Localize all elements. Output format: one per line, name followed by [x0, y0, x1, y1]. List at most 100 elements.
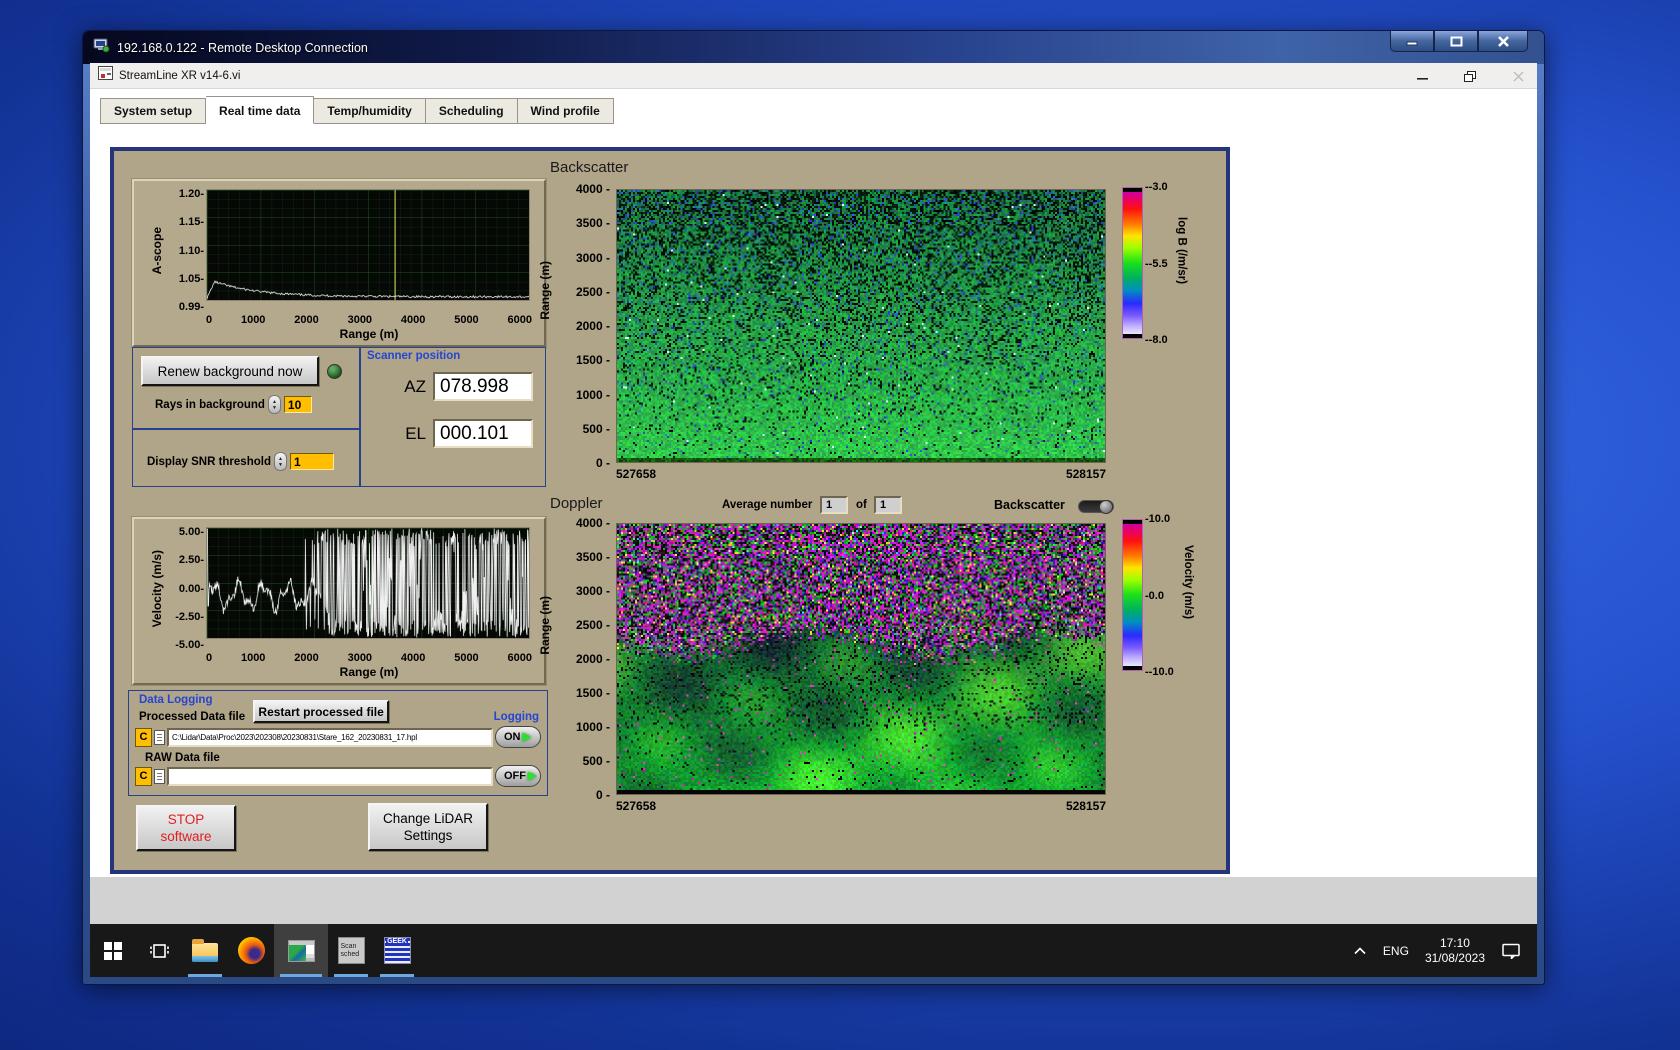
tab-scheduling[interactable]: Scheduling	[425, 98, 518, 124]
tick-label: 3000	[347, 314, 373, 326]
app-minimize-button[interactable]	[1411, 67, 1433, 85]
change-label-line2: Settings	[403, 828, 453, 843]
start-button[interactable]	[90, 924, 136, 977]
raw-drive-selector[interactable]: C	[135, 766, 152, 786]
backscatter-xtick-right: 528157	[1065, 467, 1106, 481]
tray-expand-chevron-icon[interactable]	[1353, 946, 1367, 956]
data-logging-title: Data Logging	[139, 694, 213, 706]
taskbar-clock[interactable]: 17:10 31/08/2023	[1425, 936, 1485, 966]
tick-label: 0.99	[179, 302, 204, 313]
ascope-yticks: 1.20 1.15 1.10 1.05 0.99	[164, 189, 206, 313]
backscatter-xticks: 527658 528157	[616, 467, 1106, 481]
processed-browse-icon[interactable]	[154, 729, 165, 745]
processed-drive-selector[interactable]: C	[135, 727, 152, 747]
rays-value-field[interactable]: 10	[283, 396, 312, 413]
processed-logging-toggle[interactable]: ON ▶	[495, 726, 541, 748]
colorbar-ticks: -3.0 -5.5 -8.0	[1145, 182, 1168, 346]
running-indicator	[380, 974, 414, 977]
velocity-yticks: 5.00 2.50 0.00 -2.50 -5.00	[164, 527, 206, 651]
app-close-button[interactable]	[1507, 67, 1529, 85]
stop-label-line2: software	[160, 829, 212, 844]
average-total-field[interactable]: 1	[874, 496, 902, 514]
task-view-button[interactable]	[136, 924, 182, 977]
tick-label: 4000	[576, 183, 610, 195]
renew-status-led	[327, 363, 342, 379]
tick-label: 2500	[576, 619, 610, 631]
doppler-heatmap	[616, 523, 1106, 795]
change-lidar-settings-button[interactable]: Change LiDAR Settings	[368, 803, 488, 851]
rdp-close-button[interactable]	[1478, 31, 1528, 52]
data-logging-box: Data Logging Processed Data file Restart…	[128, 690, 548, 796]
language-indicator[interactable]: ENG	[1383, 944, 1409, 958]
tick-label: 4000	[576, 517, 610, 529]
file-explorer-button[interactable]	[182, 924, 228, 977]
tick-label: 1000	[240, 314, 266, 326]
tick-label: 0	[206, 314, 213, 326]
taskbar: Scan sched GEEK ENG 17:10 31/08/2023	[90, 924, 1537, 977]
tick-label: 2000	[576, 320, 610, 332]
scan-sched-label-line1: Scan	[340, 942, 357, 950]
tick-label: 0	[206, 652, 213, 664]
snr-spinner[interactable]: ▲ ▼	[273, 452, 287, 471]
firefox-button[interactable]	[228, 924, 274, 977]
tab-temp-humidity[interactable]: Temp/humidity	[314, 98, 426, 124]
minimize-icon	[1406, 41, 1418, 46]
doppler-yticks: 4000 3500 3000 2500 2000 1500 1000 500 0	[564, 517, 610, 801]
doppler-colorbar-label: Velocity (m/s)	[1181, 545, 1194, 620]
restart-processed-file-button[interactable]: Restart processed file	[253, 700, 390, 723]
renew-background-button[interactable]: Renew background now	[141, 356, 319, 386]
tab-wind-profile[interactable]: Wind profile	[517, 98, 614, 124]
main-panel: A-scope 1.201.151.101.050.99 01000200030…	[110, 147, 1230, 874]
colorbar-gradient	[1122, 187, 1143, 339]
raw-path-field[interactable]	[167, 766, 493, 786]
raw-data-file-label: RAW Data file	[145, 752, 220, 764]
snr-value-field[interactable]: 1	[289, 453, 334, 470]
ascope-plot[interactable]	[206, 189, 530, 301]
tick-label: 1000	[240, 652, 266, 664]
velocity-graph: Velocity (m/s) 5.00 2.50 0.00 -2.50 -5.00 0 1…	[132, 517, 546, 685]
tick-label: 1.10	[179, 245, 204, 257]
led-icon: ▶	[528, 770, 537, 782]
ascope-ylabel: A-scope	[150, 227, 164, 275]
running-indicator	[280, 974, 322, 977]
tick-label: 5000	[454, 314, 479, 326]
tick-label: 1.05	[179, 273, 204, 285]
doppler-title: Doppler	[550, 495, 603, 512]
tick-label: 2000	[576, 653, 610, 665]
colorbar-ticks: 10.0 0.0 -10.0	[1145, 514, 1174, 678]
raw-browse-icon[interactable]	[154, 768, 165, 784]
running-indicator	[188, 974, 222, 977]
rdp-client-area: StreamLine XR v14-6.vi System setup Real…	[90, 63, 1537, 977]
rdp-minimize-button[interactable]	[1390, 31, 1434, 52]
stop-software-button[interactable]: STOP software	[136, 805, 236, 851]
tick-label: -5.00	[175, 640, 204, 651]
tick-label: 3000	[576, 585, 610, 597]
tab-system-setup[interactable]: System setup	[100, 98, 207, 124]
processed-path-field[interactable]: C:\Lidar\Data\Proc\2023\202308\20230831\…	[167, 727, 493, 747]
geek-button[interactable]: GEEK	[374, 924, 420, 977]
rays-in-background-label: Rays in background	[155, 398, 265, 411]
active-app-button[interactable]	[274, 924, 328, 977]
scan-sched-button[interactable]: Scan sched	[328, 924, 374, 977]
app-restore-button[interactable]	[1459, 67, 1481, 85]
app-titlebar[interactable]: StreamLine XR v14-6.vi	[90, 63, 1537, 89]
rdp-window: 192.168.0.122 - Remote Desktop Connectio…	[82, 30, 1545, 985]
rdp-maximize-button[interactable]	[1434, 31, 1478, 52]
average-number-label: Average number	[722, 499, 813, 511]
rdp-titlebar[interactable]: 192.168.0.122 - Remote Desktop Connectio…	[83, 31, 1544, 64]
tab-real-time-data[interactable]: Real time data	[206, 96, 315, 124]
rays-spinner[interactable]: ▲ ▼	[267, 395, 281, 414]
el-value: 000.101	[433, 419, 533, 448]
average-number-field[interactable]: 1	[820, 496, 848, 514]
maximize-icon	[1450, 36, 1462, 46]
app-title: StreamLine XR v14-6.vi	[119, 69, 241, 82]
window-footer	[90, 876, 1537, 924]
doppler-range-label: Range (m)	[538, 596, 552, 655]
backscatter-display-toggle[interactable]	[1078, 500, 1114, 514]
backscatter-title: Backscatter	[550, 159, 629, 176]
tick-label: 500	[583, 755, 610, 767]
raw-logging-toggle[interactable]: OFF ▶	[495, 765, 541, 787]
action-center-button[interactable]	[1501, 942, 1521, 959]
restore-icon	[1464, 70, 1476, 82]
change-label-line1: Change LiDAR	[382, 811, 474, 826]
